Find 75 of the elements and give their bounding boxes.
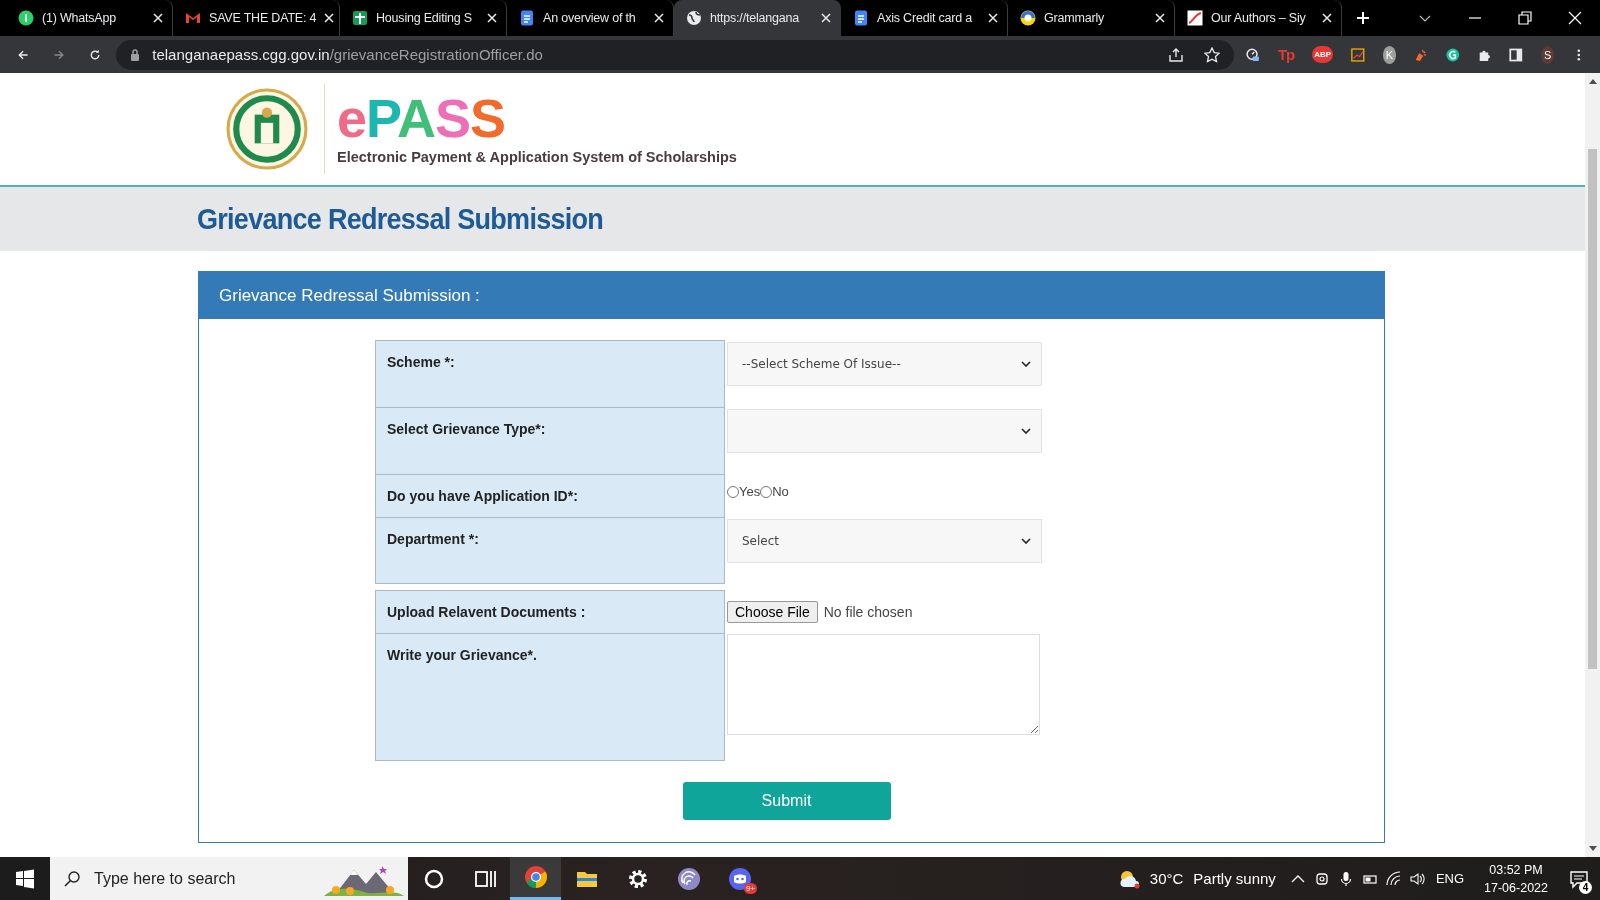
globe-icon [686,10,702,26]
doc-icon [853,10,869,26]
notifications-icon[interactable] [1569,868,1589,889]
address-field[interactable]: telanganaepass.cgg.gov.in/grievanceRegistrationOfficer.do [116,39,1235,70]
tab-title: An overview of th [543,11,637,25]
star-icon[interactable] [1204,46,1221,63]
field-label: Department *: [375,517,725,584]
dropdown-select[interactable]: --Select Scheme Of Issue-- [727,342,1042,386]
radio-label: No [772,484,789,499]
tab-title: Our Authors – Siy [1211,11,1307,25]
field-label: Do you have Application ID*: [375,474,725,517]
scroll-down-icon[interactable] [1588,846,1597,852]
tab-title: https://telangana [710,11,801,25]
radio-button[interactable] [727,485,739,498]
chevron-down-icon [1021,538,1031,544]
tab-title: (1) WhatsApp [42,11,118,25]
browser-tab[interactable]: https://telangana [674,0,841,36]
file-status: No file chosen [823,604,913,620]
notification-count: 4 [1579,881,1592,894]
tab-title: Axis Credit card a [877,11,974,25]
field-label: Upload Relavent Documents : [375,590,725,633]
clock[interactable]: 03:52 PM 17-06-2022 [1484,860,1548,897]
wifi-icon[interactable] [1385,870,1402,887]
emblem-icon [226,88,308,170]
close-icon[interactable] [654,13,664,23]
close-icon[interactable] [1155,13,1165,23]
weather-condition[interactable]: Partly sunny [1193,870,1276,887]
search-field[interactable]: Type here to search [50,857,408,900]
scrollbar[interactable] [1585,73,1600,857]
search-icon [64,870,80,887]
panel-title: Grievance Redressal Submission : [219,285,480,306]
close-icon[interactable] [988,13,998,23]
dropdown-select[interactable]: Select [727,519,1042,563]
windows-icon[interactable] [15,868,35,889]
scroll-up-icon[interactable] [1588,78,1597,84]
close-icon[interactable] [487,13,497,23]
chrome-taskbar-button[interactable] [510,857,561,900]
plus-icon[interactable] [1356,11,1370,25]
tab-title: Grammarly [1044,11,1105,25]
camera-icon[interactable] [1313,870,1330,887]
share-icon[interactable] [1168,46,1185,63]
language-indicator[interactable]: ENG [1435,871,1465,886]
tab-title: Housing Editing S [376,11,473,25]
field-label: Write your Grievance*. [375,633,725,761]
close-icon[interactable] [324,13,335,23]
field-label: Scheme *: [375,340,725,407]
clock-date: 17-06-2022 [1484,879,1548,897]
close-icon[interactable] [153,13,163,23]
restore-icon[interactable] [1518,11,1532,25]
page-title: Grievance Redressal Submission [197,202,604,236]
chevron-down-icon [1021,428,1031,434]
logo-tagline: Electronic Payment & Application System of Scholarships [337,149,737,165]
close-icon[interactable] [1322,13,1332,23]
mail-icon [185,10,201,26]
field-label: Select Grievance Type*: [375,407,725,474]
chevron-down-icon [1021,361,1031,367]
tab-title: SAVE THE DATE: 4 [209,11,317,25]
radio-label: Yes [739,484,761,499]
discord-taskbar-button[interactable]: 9+ [714,857,765,900]
doc-icon [519,10,535,26]
radio-button[interactable] [760,485,773,498]
chart-icon[interactable] [1351,45,1365,64]
notification-badge: 9+ [743,883,757,894]
logo-wordmark: ePASS [337,93,507,143]
extension-icon[interactable]: ABP [1312,46,1334,63]
speaker-icon[interactable] [1409,870,1426,887]
choose-file-button[interactable]: Choose File [727,601,818,623]
clock-time: 03:52 PM [1489,861,1543,879]
lock-icon [130,48,141,61]
chrome-icon [523,865,548,889]
close-icon[interactable] [821,13,831,23]
sheet-icon [352,10,368,26]
stroke-icon [1187,10,1203,26]
temperature[interactable]: 30°C [1149,870,1184,887]
avatar-icon[interactable]: S [1540,45,1555,64]
